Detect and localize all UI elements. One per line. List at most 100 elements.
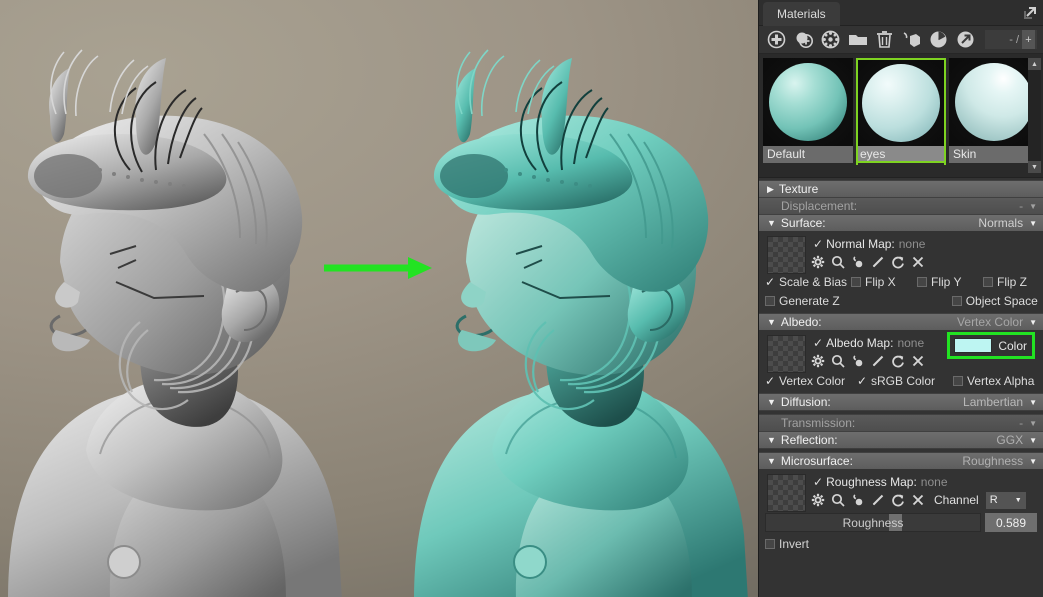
roughness-map-label: Roughness Map: [826, 474, 917, 489]
gear-icon[interactable] [808, 491, 827, 509]
material-options-icon[interactable] [817, 28, 844, 52]
app-root: Materials - / + Default eyes Skin ▲ ▼ ▶ … [0, 0, 1043, 597]
reload-icon[interactable] [888, 352, 907, 370]
reload-icon[interactable] [888, 253, 907, 271]
close-icon[interactable] [908, 253, 927, 271]
chevron-down-icon[interactable]: ▼ [1029, 398, 1037, 407]
chevron-down-icon[interactable]: ▼ [1029, 202, 1037, 211]
duplicate-material-icon[interactable] [790, 28, 817, 52]
material-list-scrollbar[interactable]: ▲ ▼ [1028, 58, 1041, 173]
chevron-down-icon[interactable]: ▼ [1029, 457, 1037, 466]
checkbox-vertex-alpha[interactable]: Vertex Alpha [953, 374, 1034, 388]
3d-viewport[interactable] [0, 0, 758, 597]
reload-icon[interactable] [888, 491, 907, 509]
chevron-down-icon[interactable]: ▼ [1029, 436, 1037, 445]
albedo-map-label: Albedo Map: [826, 335, 894, 350]
checkbox-srgb-color[interactable]: ✓ sRGB Color [857, 374, 953, 388]
chevron-down-icon: ▼ [767, 396, 776, 407]
normal-map-block: ✓ Normal Map: none ✓ Scale & Bias Flip X… [759, 231, 1043, 313]
section-surface[interactable]: ▼ Surface: Normals ▼ [759, 214, 1043, 231]
roughness-slider-row: Roughness 0.589 [759, 510, 1043, 534]
normal-map-preview[interactable] [767, 236, 806, 274]
scrollbar-track[interactable] [1028, 70, 1041, 161]
section-albedo[interactable]: ▼ Albedo: Vertex Color ▼ [759, 313, 1043, 330]
normal-map-icon-row [808, 252, 1043, 272]
chevron-down-icon[interactable]: ▼ [1029, 419, 1037, 428]
magnifier-icon[interactable] [828, 491, 847, 509]
material-properties: ▶ Texture Displacement: - ▼ ▼ Surface: N… [759, 180, 1043, 557]
channel-dropdown[interactable]: R ▼ [985, 491, 1026, 509]
normal-map-label: Normal Map: [826, 236, 895, 251]
albedo-map-preview[interactable] [767, 335, 806, 373]
gear-icon[interactable] [808, 352, 827, 370]
material-name-default: Default [763, 146, 853, 163]
popout-icon[interactable] [1020, 2, 1040, 22]
check-icon: ✓ [765, 373, 776, 388]
assign-cube-icon[interactable] [898, 28, 925, 52]
section-texture[interactable]: ▶ Texture [759, 180, 1043, 197]
section-microsurface[interactable]: ▼ Microsurface: Roughness ▼ [759, 452, 1043, 469]
section-displacement-label: Displacement: [781, 199, 858, 213]
section-diffusion-label: Diffusion: [780, 395, 831, 409]
chevron-down-icon[interactable]: ▼ [1029, 219, 1037, 228]
folder-icon[interactable] [844, 28, 871, 52]
albedo-color-picker[interactable]: Color [947, 332, 1035, 359]
roughness-slider[interactable]: Roughness [765, 513, 981, 532]
scroll-up-icon[interactable]: ▲ [1028, 58, 1041, 70]
pie-icon[interactable] [925, 28, 952, 52]
checkbox-flip-z[interactable]: Flip Z [983, 275, 1027, 289]
checkbox-vertex-color[interactable]: ✓ Vertex Color [765, 374, 857, 388]
close-icon[interactable] [908, 491, 927, 509]
section-albedo-value: Vertex Color [957, 315, 1024, 329]
magnifier-icon[interactable] [828, 352, 847, 370]
checkbox-invert[interactable]: Invert [765, 537, 809, 551]
section-displacement[interactable]: Displacement: - ▼ [759, 197, 1043, 214]
pencil-icon[interactable] [868, 253, 887, 271]
trash-icon[interactable] [871, 28, 898, 52]
section-reflection-label: Reflection: [780, 433, 838, 447]
pencil-icon[interactable] [868, 352, 887, 370]
eyedropper-icon[interactable] [848, 352, 867, 370]
scroll-down-icon[interactable]: ▼ [1028, 161, 1041, 173]
checkbox-generate-z[interactable]: Generate Z [765, 294, 840, 308]
albedo-map-checkbox[interactable]: ✓ [813, 336, 823, 350]
albedo-color-swatch[interactable] [954, 338, 993, 353]
material-thumb-default [763, 58, 853, 146]
checkbox-scale-bias[interactable]: ✓ Scale & Bias [765, 275, 851, 289]
roughness-map-preview[interactable] [767, 474, 806, 512]
page-counter[interactable]: - / + [985, 30, 1037, 49]
roughness-map-checkbox[interactable]: ✓ [813, 475, 823, 489]
gear-icon[interactable] [808, 253, 827, 271]
section-diffusion[interactable]: ▼ Diffusion: Lambertian ▼ [759, 393, 1043, 410]
normal-map-flags-row-2: Generate Z Object Space [759, 291, 1043, 310]
materials-toolbar: - / + [759, 26, 1043, 54]
section-transmission[interactable]: Transmission: - ▼ [759, 414, 1043, 431]
checkbox-generate-z-label: Generate Z [779, 293, 840, 308]
eyedropper-icon[interactable] [848, 491, 867, 509]
pencil-icon[interactable] [868, 491, 887, 509]
close-icon[interactable] [908, 352, 927, 370]
checkbox-flip-x[interactable]: Flip X [851, 275, 917, 289]
material-thumb-skin [949, 58, 1039, 146]
add-material-icon[interactable] [763, 28, 790, 52]
eyedropper-icon[interactable] [848, 253, 867, 271]
material-item-eyes[interactable]: eyes [856, 58, 946, 177]
checkbox-flip-y[interactable]: Flip Y [917, 275, 983, 289]
material-item-skin[interactable]: Skin [949, 58, 1039, 177]
magnifier-icon[interactable] [828, 253, 847, 271]
materials-panel: Materials - / + Default eyes Skin ▲ ▼ ▶ … [758, 0, 1043, 597]
tab-materials[interactable]: Materials [763, 2, 840, 26]
checkbox-object-space[interactable]: Object Space [951, 294, 1038, 308]
tab-materials-label: Materials [777, 7, 826, 21]
arrow-circle-icon[interactable] [952, 28, 979, 52]
chevron-down-icon: ▼ [767, 455, 776, 466]
roughness-map-row: ✓ Roughness Map: none [813, 473, 1043, 490]
roughness-value-field[interactable]: 0.589 [985, 513, 1037, 532]
albedo-map-value: none [897, 335, 925, 350]
chevron-down-icon[interactable]: ▼ [1029, 318, 1037, 327]
section-reflection[interactable]: ▼ Reflection: GGX ▼ [759, 431, 1043, 448]
material-item-default[interactable]: Default [763, 58, 853, 177]
normal-map-checkbox[interactable]: ✓ [813, 237, 823, 251]
page-add-button[interactable]: + [1022, 30, 1035, 49]
checkbox-box [765, 295, 775, 306]
